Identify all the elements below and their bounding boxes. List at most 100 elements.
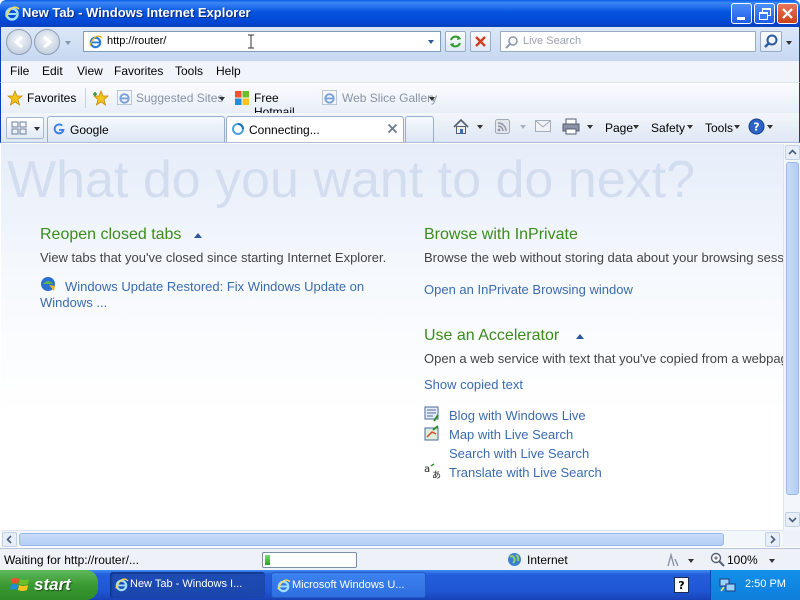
- search-button[interactable]: [760, 31, 782, 52]
- window-title: New Tab - Windows Internet Explorer: [22, 5, 251, 20]
- chevron-down-icon: [429, 97, 435, 101]
- scroll-left-button[interactable]: [2, 532, 17, 547]
- address-dropdown[interactable]: [428, 40, 434, 44]
- reopen-tab-link-cont[interactable]: Windows ...: [40, 295, 107, 310]
- accelerator-map-link[interactable]: Map with Live Search: [449, 427, 573, 442]
- menu-help[interactable]: Help: [216, 64, 241, 78]
- horizontal-scrollbar[interactable]: [1, 530, 783, 547]
- new-tab-button[interactable]: [405, 116, 434, 142]
- tab-bar: Google Connecting... Page Safety Tools ?: [0, 113, 800, 143]
- zone-label: Internet: [527, 553, 568, 567]
- help-dropdown[interactable]: [767, 125, 773, 129]
- globe-icon: [507, 552, 522, 567]
- taskbar-item-ie[interactable]: New Tab - Windows I...: [110, 572, 265, 598]
- favorites-button[interactable]: Favorites: [5, 87, 77, 109]
- reopen-tab-link[interactable]: Windows Update Restored: Fix Windows Upd…: [65, 279, 364, 294]
- collapse-icon[interactable]: [194, 233, 202, 238]
- svg-text:あ: あ: [432, 470, 441, 479]
- ie-icon: [276, 578, 291, 593]
- print-icon[interactable]: [562, 118, 580, 135]
- reopen-closed-tabs-heading[interactable]: Reopen closed tabs: [40, 226, 181, 244]
- show-copied-text-link[interactable]: Show copied text: [424, 377, 523, 392]
- start-label: start: [34, 575, 71, 594]
- windows-flag-icon: [10, 576, 30, 594]
- home-icon[interactable]: [452, 118, 470, 135]
- protected-mode-dropdown[interactable]: [688, 559, 694, 563]
- suggested-sites-link[interactable]: Suggested Sites: [115, 87, 227, 109]
- security-zone[interactable]: Internet: [505, 551, 665, 569]
- help-icon[interactable]: ?: [748, 118, 765, 135]
- add-to-favorites-bar-icon[interactable]: [92, 90, 110, 106]
- recent-pages-dropdown[interactable]: [65, 41, 71, 45]
- search-input[interactable]: Live Search: [523, 35, 581, 47]
- vertical-scroll-thumb[interactable]: [786, 162, 799, 495]
- collapse-icon[interactable]: [576, 334, 584, 339]
- tab-label: Google: [70, 123, 109, 137]
- text-cursor-icon: [247, 34, 255, 49]
- stop-button[interactable]: [470, 31, 491, 52]
- scroll-right-button[interactable]: [765, 532, 780, 547]
- read-mail-icon[interactable]: [535, 120, 551, 132]
- tab-google[interactable]: Google: [47, 116, 225, 142]
- back-button[interactable]: [6, 29, 32, 55]
- google-icon: [52, 122, 66, 136]
- title-bar[interactable]: New Tab - Windows Internet Explorer: [0, 0, 800, 27]
- zoom-control[interactable]: 100%: [707, 551, 785, 569]
- close-tab-icon[interactable]: [387, 123, 398, 134]
- address-input[interactable]: http://router/: [107, 35, 166, 47]
- feeds-icon[interactable]: [495, 119, 510, 134]
- scroll-corner: [783, 530, 800, 547]
- menu-favorites[interactable]: Favorites: [114, 64, 163, 78]
- scroll-down-button[interactable]: [785, 512, 800, 527]
- tab-list-dropdown[interactable]: [34, 127, 40, 131]
- start-button[interactable]: start: [0, 570, 98, 600]
- close-window-button[interactable]: [777, 3, 798, 24]
- open-inprivate-link[interactable]: Open an InPrivate Browsing window: [424, 282, 633, 297]
- chevron-down-icon: [219, 97, 225, 101]
- tools-menu[interactable]: Tools: [705, 121, 733, 135]
- web-slice-gallery-link[interactable]: Web Slice Gallery: [321, 87, 439, 109]
- help-icon[interactable]: ?: [674, 577, 689, 593]
- protected-mode-icon[interactable]: [665, 553, 681, 567]
- accelerator-blog-link[interactable]: Blog with Windows Live: [449, 408, 586, 423]
- safety-menu[interactable]: Safety: [651, 121, 685, 135]
- menu-view[interactable]: View: [77, 64, 103, 78]
- search-options-dropdown[interactable]: [786, 41, 792, 45]
- menu-file[interactable]: File: [10, 64, 29, 78]
- accelerator-heading[interactable]: Use an Accelerator: [424, 327, 559, 345]
- free-hotmail-link[interactable]: Free Hotmail: [232, 87, 318, 119]
- restore-button[interactable]: [754, 3, 775, 24]
- tab-connecting[interactable]: Connecting...: [226, 116, 404, 142]
- page-menu[interactable]: Page: [605, 121, 633, 135]
- system-tray: 2:50 PM: [710, 570, 800, 600]
- network-icon[interactable]: [719, 577, 737, 593]
- menu-edit[interactable]: Edit: [42, 64, 63, 78]
- search-box[interactable]: Live Search: [500, 31, 756, 52]
- favorites-label: Favorites: [27, 91, 77, 105]
- ie-logo-icon: [4, 5, 20, 21]
- accelerator-translate-link[interactable]: Translate with Live Search: [449, 465, 602, 480]
- translate-icon: aあ: [424, 463, 442, 479]
- feeds-dropdown[interactable]: [520, 125, 526, 129]
- zoom-dropdown[interactable]: [769, 559, 775, 563]
- taskbar-item-windows-update[interactable]: Microsoft Windows U...: [271, 572, 426, 598]
- minimize-button[interactable]: [731, 3, 752, 24]
- refresh-button[interactable]: [445, 31, 466, 52]
- windows-flag-icon: [234, 90, 250, 106]
- web-slice-gallery-label: Web Slice Gallery: [342, 91, 438, 105]
- print-dropdown[interactable]: [587, 125, 593, 129]
- accelerator-search-link[interactable]: Search with Live Search: [449, 446, 589, 461]
- home-dropdown[interactable]: [477, 125, 483, 129]
- horizontal-scroll-thumb[interactable]: [19, 533, 724, 546]
- quick-tabs-button[interactable]: [6, 117, 44, 139]
- forward-button[interactable]: [34, 29, 60, 55]
- windows-update-icon: [40, 276, 56, 292]
- vertical-scrollbar[interactable]: [783, 144, 800, 530]
- inprivate-heading: Browse with InPrivate: [424, 226, 578, 243]
- menu-tools[interactable]: Tools: [175, 64, 203, 78]
- scroll-up-button[interactable]: [785, 145, 800, 160]
- new-tab-page: What do you want to do next? Reopen clos…: [1, 144, 783, 530]
- chevron-down-icon: [734, 125, 740, 129]
- svg-text:a: a: [424, 464, 430, 475]
- address-bar[interactable]: http://router/: [83, 31, 441, 52]
